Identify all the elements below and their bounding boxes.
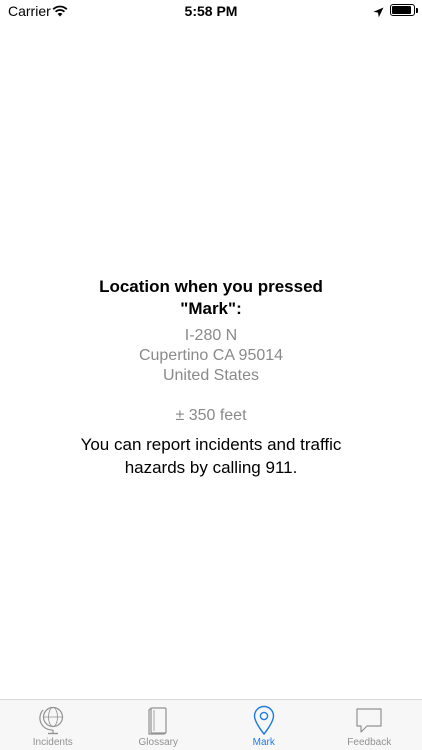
battery-icon [390, 4, 415, 16]
tab-mark[interactable]: Mark [211, 700, 317, 750]
tab-label: Feedback [347, 737, 392, 748]
tab-label: Mark [252, 737, 275, 748]
battery-level [392, 6, 411, 14]
location-pin-icon [253, 705, 274, 735]
address-street: I-280 N [184, 327, 238, 344]
tab-label: Glossary [138, 737, 178, 748]
speech-bubble-icon [356, 708, 382, 733]
status-bar: Carrier 5:58 PM [0, 0, 422, 22]
clock: 5:58 PM [184, 3, 238, 19]
globe-icon [39, 706, 63, 735]
tab-glossary[interactable]: Glossary [106, 700, 212, 750]
location-services-icon [373, 5, 384, 23]
location-heading: Location when you pressed "Mark": [99, 277, 323, 318]
mark-info: Location when you pressed "Mark": I-280 … [0, 276, 422, 479]
tab-incidents[interactable]: Incidents [0, 700, 106, 750]
address-city: Cupertino CA 95014 [138, 347, 284, 364]
battery-cap [416, 8, 418, 13]
location-accuracy: ± 350 feet [175, 407, 247, 424]
tab-feedback[interactable]: Feedback [317, 700, 422, 750]
tab-bar: Incidents Glossary Mark Feedback [0, 699, 422, 750]
address-country: United States [162, 367, 260, 384]
tab-label: Incidents [32, 737, 73, 748]
report-note: You can report incidents and traffic haz… [80, 435, 342, 477]
book-icon [148, 707, 167, 735]
address-block: I-280 N Cupertino CA 95014 United States [0, 326, 422, 386]
